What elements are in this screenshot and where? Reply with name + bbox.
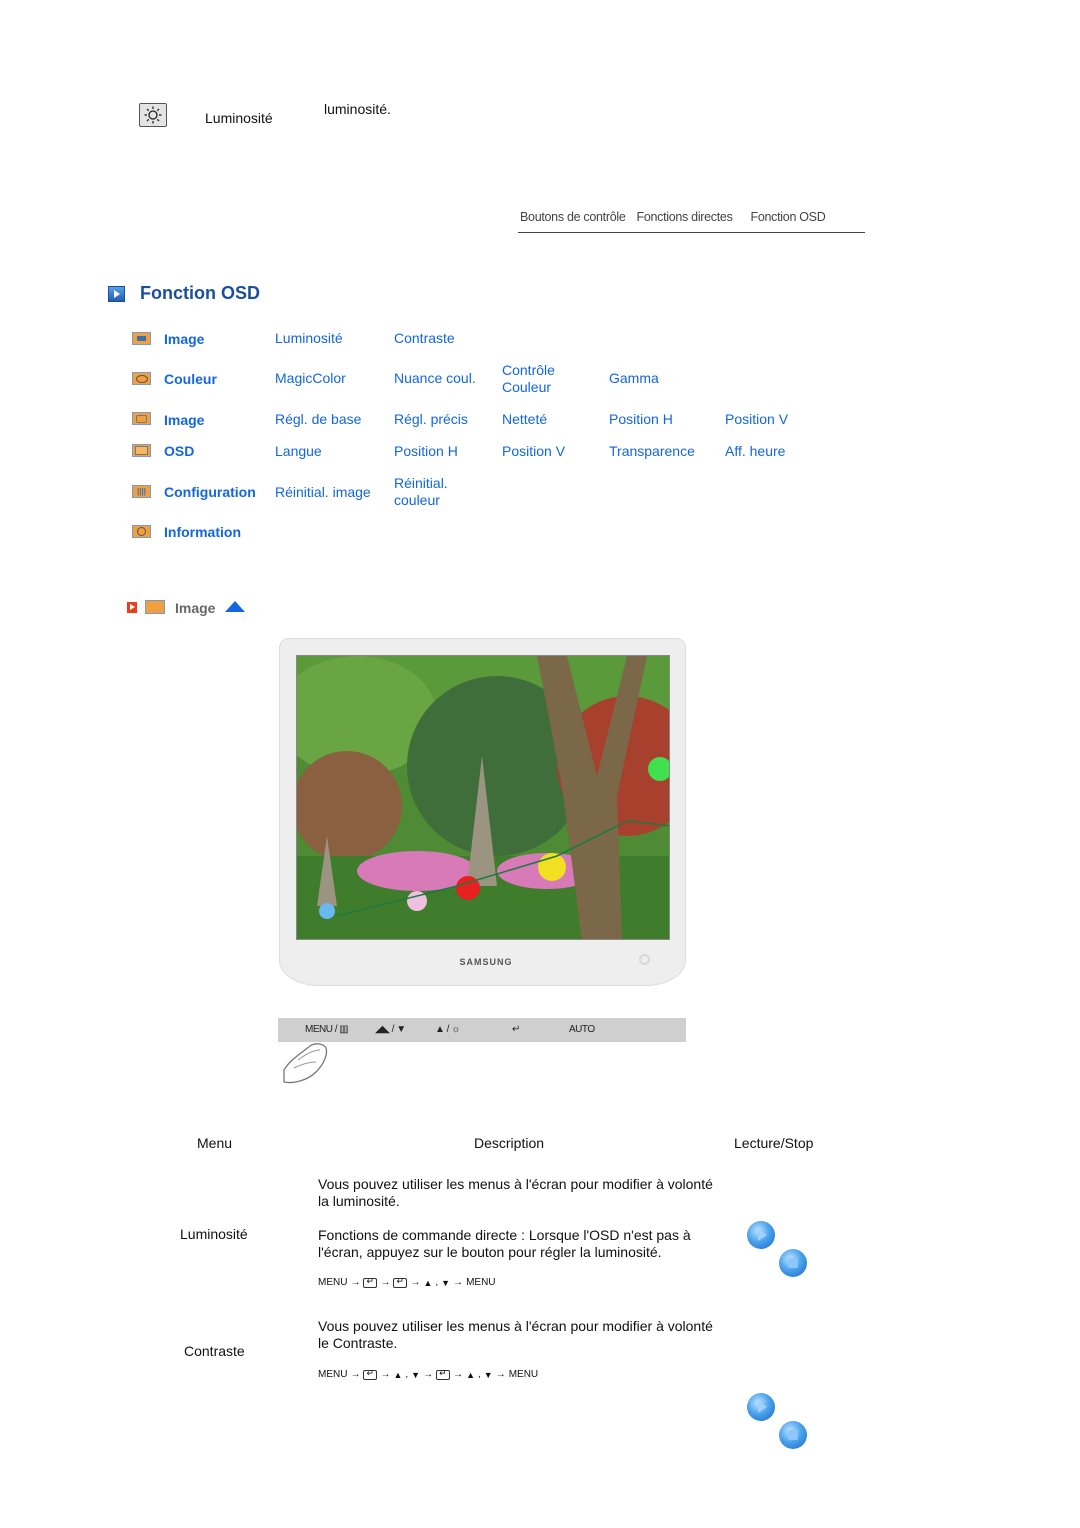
osd-item-position-h[interactable]: Position H — [609, 411, 673, 428]
stop-button[interactable] — [779, 1249, 807, 1277]
row-menu-label: Luminosité — [180, 1226, 248, 1242]
up-arrow-icon[interactable] — [225, 601, 245, 612]
picture-icon — [132, 332, 151, 345]
magicbright-down-button[interactable]: ◢◣ / ▼ — [375, 1024, 406, 1035]
stop-button[interactable] — [779, 1421, 807, 1449]
monitor-screen-photo — [296, 655, 670, 940]
seq-comma: , — [435, 1277, 439, 1288]
osd-item-langue[interactable]: Langue — [275, 443, 322, 460]
osd-item-reinitial-image[interactable]: Réinitial. image — [275, 484, 371, 501]
column-header-description: Description — [474, 1135, 545, 1151]
monitor-control-bar: MENU / ▥ ◢◣ / ▼ ▲ / ☼ ↵ AUTO — [278, 1018, 686, 1042]
osd-item-contraste[interactable]: Contraste — [394, 330, 455, 347]
osd-item-nettete[interactable]: Netteté — [502, 411, 547, 428]
osd-item-transparence[interactable]: Transparence — [609, 443, 695, 460]
osd-item-regl-precis[interactable]: Régl. précis — [394, 411, 468, 428]
up-triangle-icon: ▲ — [423, 1277, 433, 1288]
up-triangle-icon: ▲ — [393, 1369, 403, 1380]
row-description-direct: Fonctions de commande directe : Lorsque … — [318, 1227, 691, 1260]
arrow-right-icon: → — [350, 1369, 361, 1380]
pointing-hand-icon — [280, 1040, 335, 1091]
orange-arrow-icon — [127, 602, 137, 613]
setup-sliders-icon: |||| — [132, 485, 151, 498]
osd-item-luminosite[interactable]: Luminosité — [275, 330, 343, 347]
auto-button[interactable]: AUTO — [569, 1024, 595, 1035]
osd-item-reinitial-couleur[interactable]: Réinitial. couleur — [394, 475, 464, 509]
osd-category-image[interactable]: Image — [164, 331, 204, 347]
column-header-menu: Menu — [197, 1135, 233, 1151]
table-row: Luminosité Vous pouvez utiliser les menu… — [0, 0, 1080, 1288]
arrow-right-icon: → — [380, 1369, 391, 1380]
osd-item-aff-heure[interactable]: Aff. heure — [725, 443, 785, 460]
osd-item-magiccolor[interactable]: MagicColor — [275, 370, 346, 387]
nav-tab-fonction-osd[interactable]: Fonction OSD — [751, 210, 826, 224]
seq-comma: , — [478, 1369, 481, 1380]
key-sequence: MENU → → ▲ , ▼ → → ▲ , ▼ → MENU — [318, 1368, 539, 1381]
picture-icon — [145, 600, 165, 614]
arrow-right-icon: → — [350, 1277, 361, 1288]
nav-tab-boutons-de-controle[interactable]: Boutons de contrôle — [520, 210, 626, 224]
brightness-sun-icon — [139, 103, 167, 127]
seq-menu: MENU — [466, 1277, 496, 1288]
nav-tab-fonctions-directes[interactable]: Fonctions directes — [637, 210, 733, 224]
luminosite-label: Luminosité — [205, 110, 273, 126]
osd-item-regl-de-base[interactable]: Régl. de base — [275, 411, 361, 428]
seq-menu: MENU — [318, 1277, 348, 1288]
enter-button[interactable]: ↵ — [512, 1024, 520, 1035]
enter-key-icon — [393, 1276, 408, 1288]
arrow-right-icon: → — [453, 1277, 464, 1288]
down-triangle-icon: ▼ — [411, 1369, 421, 1380]
arrow-right-icon: → — [380, 1277, 391, 1288]
page-title: Fonction OSD — [140, 283, 260, 303]
seq-menu: MENU — [318, 1369, 348, 1380]
subsection-title: Image — [175, 600, 216, 616]
blue-play-arrow-icon — [108, 286, 125, 302]
seq-menu: MENU — [508, 1369, 539, 1380]
up-triangle-icon: ▲ — [466, 1369, 475, 1380]
monitor-adjust-icon — [132, 412, 151, 425]
enter-key-icon — [436, 1368, 451, 1380]
osd-category-configuration[interactable]: Configuration — [164, 484, 256, 500]
osd-item-gamma[interactable]: Gamma — [609, 370, 659, 387]
luminosite-description: luminosité. — [324, 101, 391, 117]
osd-item-controle-couleur[interactable]: Contrôle Couleur — [502, 362, 574, 396]
osd-item-position-v[interactable]: Position V — [725, 411, 788, 428]
osd-item-nuance-coul[interactable]: Nuance coul. — [394, 370, 476, 387]
brand-logo: SAMSUNG — [459, 957, 513, 967]
arrow-right-icon: → — [423, 1369, 434, 1380]
section-nav: Boutons de contrôle Fonctions directes F… — [518, 210, 865, 233]
color-palette-icon — [132, 372, 151, 385]
power-button-icon — [639, 954, 650, 965]
osd-category-osd[interactable]: OSD — [164, 443, 194, 459]
arrow-right-icon: → — [495, 1369, 506, 1380]
key-sequence: MENU → → → ▲ , ▼ → MENU — [318, 1276, 496, 1289]
row-description: Vous pouvez utiliser les menus à l'écran… — [318, 1176, 713, 1209]
enter-key-icon — [363, 1276, 378, 1288]
osd-window-icon — [132, 444, 151, 457]
osd-category-information[interactable]: Information — [164, 524, 241, 540]
play-button[interactable] — [747, 1221, 775, 1249]
seq-comma: , — [405, 1369, 409, 1380]
arrow-right-icon: → — [410, 1277, 421, 1288]
arrow-right-icon: → — [453, 1369, 464, 1380]
down-triangle-icon: ▼ — [441, 1277, 451, 1288]
down-triangle-icon: ▼ — [483, 1369, 493, 1380]
info-clock-icon — [132, 525, 151, 538]
row-menu-label: Contraste — [184, 1343, 245, 1359]
osd-category-image-2[interactable]: Image — [164, 412, 204, 428]
osd-item-position-v[interactable]: Position V — [502, 443, 565, 460]
up-brightness-button[interactable]: ▲ / ☼ — [435, 1024, 460, 1035]
enter-key-icon — [363, 1368, 378, 1380]
row-description: Vous pouvez utiliser les menus à l'écran… — [318, 1318, 713, 1351]
play-button[interactable] — [747, 1393, 775, 1421]
menu-button[interactable]: MENU / ▥ — [305, 1024, 349, 1035]
column-header-lecture-stop: Lecture/Stop — [734, 1135, 814, 1151]
osd-item-position-h[interactable]: Position H — [394, 443, 458, 460]
osd-category-couleur[interactable]: Couleur — [164, 371, 217, 387]
